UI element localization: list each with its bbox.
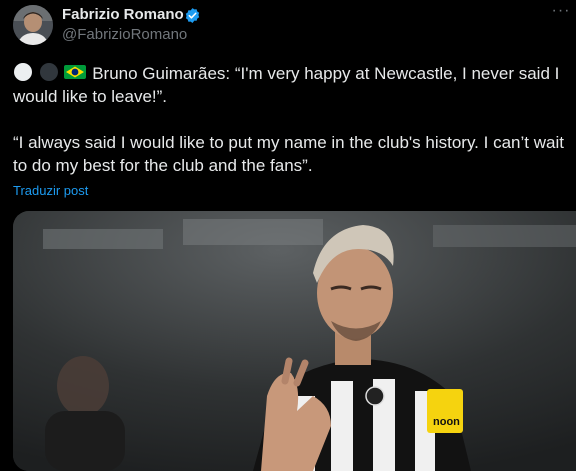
black-circle-icon (39, 63, 58, 81)
author-handle[interactable]: @FabrizioRomano (62, 26, 187, 43)
armband-text: noon (433, 416, 460, 428)
author-avatar[interactable] (13, 5, 53, 45)
tweet-text: Bruno Guimarães: “I'm very happy at Newc… (13, 62, 568, 177)
verified-badge-icon (185, 8, 200, 23)
translate-post-link[interactable]: Traduzir post (13, 183, 88, 198)
brazil-flag-icon (64, 65, 87, 79)
white-circle-icon (14, 63, 32, 81)
more-options-button[interactable]: ··· (548, 2, 574, 22)
author-name[interactable]: Fabrizio Romano (62, 6, 184, 23)
player-photo (13, 211, 576, 471)
tweet-paragraph-1: Bruno Guimarães: “I'm very happy at Newc… (13, 62, 568, 108)
tweet-text-line-1: Bruno Guimarães: “I'm very happy at Newc… (13, 64, 560, 106)
tweet-paragraph-2: “I always said I would like to put my na… (13, 133, 564, 175)
avatar-photo (13, 5, 53, 45)
tweet-media-photo[interactable]: noon (13, 211, 576, 471)
